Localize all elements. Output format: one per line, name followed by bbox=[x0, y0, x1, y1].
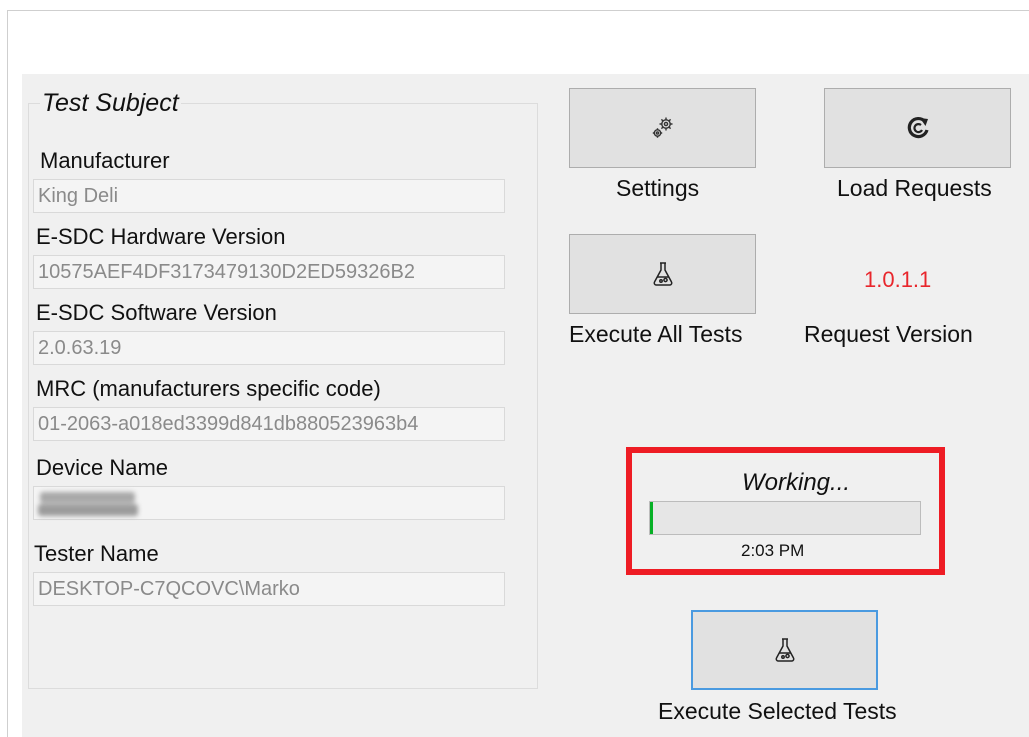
software-version-label: E-SDC Software Version bbox=[36, 300, 277, 325]
working-status-text: Working... bbox=[742, 469, 851, 496]
manufacturer-field[interactable]: King Deli bbox=[33, 179, 505, 213]
test-subject-title: Test Subject bbox=[40, 88, 181, 118]
execute-selected-tests-label: Execute Selected Tests bbox=[658, 698, 897, 724]
hardware-version-field[interactable]: 10575AEF4DF3173479130D2ED59326B2 bbox=[33, 255, 505, 289]
software-version-field[interactable]: 2.0.63.19 bbox=[33, 331, 505, 365]
gears-icon bbox=[649, 114, 677, 142]
tester-name-label: Tester Name bbox=[34, 541, 159, 566]
execute-all-tests-label: Execute All Tests bbox=[569, 321, 743, 347]
mrc-field[interactable]: 01-2063-a018ed3399d841db880523963b4 bbox=[33, 407, 505, 441]
progress-bar bbox=[649, 501, 921, 535]
manufacturer-label: Manufacturer bbox=[40, 148, 170, 173]
device-name-label: Device Name bbox=[36, 455, 169, 480]
request-version-label: Request Version bbox=[804, 321, 973, 347]
load-requests-button[interactable] bbox=[824, 88, 1011, 168]
load-requests-label: Load Requests bbox=[837, 175, 992, 201]
status-time: 2:03 PM bbox=[741, 541, 805, 560]
execute-selected-tests-button[interactable] bbox=[691, 610, 878, 690]
redacted-device-name bbox=[38, 490, 138, 518]
tester-name-field[interactable]: DESKTOP-C7QCOVC\Marko bbox=[33, 572, 505, 606]
settings-button[interactable] bbox=[569, 88, 756, 168]
execute-all-tests-button[interactable] bbox=[569, 234, 756, 314]
flask-icon bbox=[650, 260, 676, 288]
progress-bar-fill bbox=[650, 502, 653, 534]
flask-icon bbox=[772, 636, 798, 664]
settings-label: Settings bbox=[616, 175, 700, 201]
request-version-value: 1.0.1.1 bbox=[864, 267, 932, 292]
hardware-version-label: E-SDC Hardware Version bbox=[36, 224, 286, 249]
mrc-label: MRC (manufacturers specific code) bbox=[36, 376, 381, 401]
refresh-icon bbox=[904, 114, 932, 142]
